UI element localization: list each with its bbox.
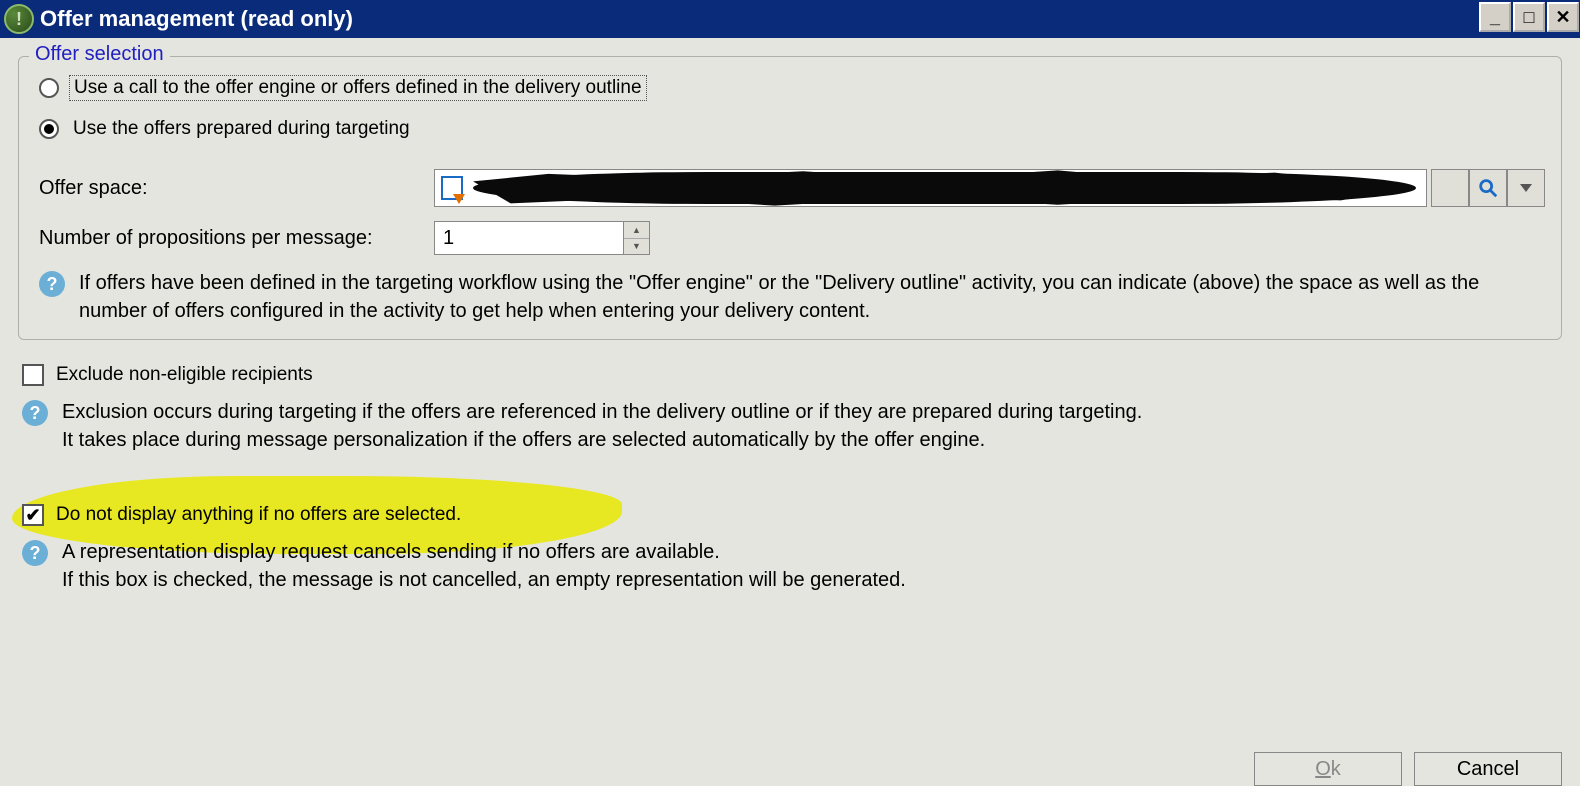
checkbox-icon <box>22 504 44 526</box>
help-row-1: ? If offers have been defined in the tar… <box>39 269 1545 325</box>
help-text: Exclusion occurs during targeting if the… <box>62 398 1142 454</box>
propositions-label: Number of propositions per message: <box>39 227 434 250</box>
chevron-down-icon <box>1520 184 1532 192</box>
propositions-row: Number of propositions per message: 1 ▲ … <box>39 221 1545 255</box>
help-row-2: ? Exclusion occurs during targeting if t… <box>22 398 1562 454</box>
dialog-content: Offer selection Use a call to the offer … <box>0 38 1580 594</box>
dialog-buttons: Ok Cancel <box>1254 752 1562 786</box>
spinner-buttons: ▲ ▼ <box>624 221 650 255</box>
window-title: Offer management (read only) <box>40 6 1478 32</box>
radio-icon <box>39 119 59 139</box>
ok-button[interactable]: Ok <box>1254 752 1402 786</box>
window-controls: _ □ ✕ <box>1478 0 1580 38</box>
exclude-section: Exclude non-eligible recipients ? Exclus… <box>18 364 1562 454</box>
spinner-up[interactable]: ▲ <box>624 222 649 239</box>
propositions-input[interactable]: 1 <box>434 221 624 255</box>
maximize-button[interactable]: □ <box>1513 2 1545 32</box>
clear-button[interactable] <box>1431 169 1469 207</box>
document-icon <box>441 176 463 200</box>
fieldset-legend: Offer selection <box>29 43 170 66</box>
radio-call-offer-engine[interactable]: Use a call to the offer engine or offers… <box>39 75 1545 101</box>
nodisplay-checkbox-row[interactable]: Do not display anything if no offers are… <box>22 504 1562 526</box>
checkbox-icon <box>22 364 44 386</box>
radio-label: Use a call to the offer engine or offers… <box>69 75 647 101</box>
dropdown-button[interactable] <box>1507 169 1545 207</box>
offer-space-row: Offer space: <box>39 169 1545 207</box>
radio-label: Use the offers prepared during targeting <box>69 117 414 141</box>
offer-selection-fieldset: Offer selection Use a call to the offer … <box>18 56 1562 340</box>
minimize-button[interactable]: _ <box>1479 2 1511 32</box>
cancel-button[interactable]: Cancel <box>1414 752 1562 786</box>
help-text: A representation display request cancels… <box>62 538 906 594</box>
offer-space-label: Offer space: <box>39 177 434 200</box>
help-row-3: ? A representation display request cance… <box>22 538 1562 594</box>
exclude-checkbox-row[interactable]: Exclude non-eligible recipients <box>22 364 1562 386</box>
app-icon: ! <box>4 4 34 34</box>
close-button[interactable]: ✕ <box>1547 2 1579 32</box>
help-icon: ? <box>39 271 65 297</box>
search-button[interactable] <box>1469 169 1507 207</box>
checkbox-label: Exclude non-eligible recipients <box>56 364 313 386</box>
checkbox-label: Do not display anything if no offers are… <box>56 504 461 526</box>
spinner-down[interactable]: ▼ <box>624 239 649 255</box>
radio-icon <box>39 78 59 98</box>
magnifier-icon <box>1477 177 1499 199</box>
radio-prepared-targeting[interactable]: Use the offers prepared during targeting <box>39 117 1545 141</box>
nodisplay-section: Do not display anything if no offers are… <box>18 504 1562 594</box>
help-icon: ? <box>22 400 48 426</box>
offer-space-input[interactable] <box>434 169 1427 207</box>
help-text: If offers have been defined in the targe… <box>79 269 1545 325</box>
help-icon: ? <box>22 540 48 566</box>
titlebar: ! Offer management (read only) _ □ ✕ <box>0 0 1580 38</box>
